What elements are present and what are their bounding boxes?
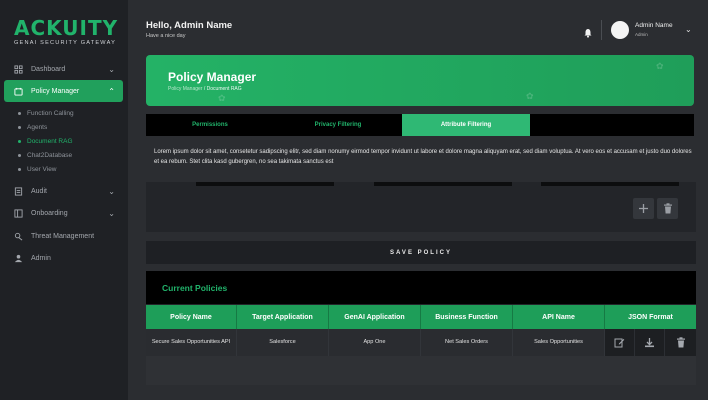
onboarding-icon [14,208,23,218]
brand-name: ACKUITY [14,16,119,40]
cell-business-function: Net Sales Orders [421,329,513,356]
policy-icon [14,87,23,96]
sidebar-item-admin[interactable]: Admin [4,247,123,269]
sidebar-item-label: Admin [31,254,51,262]
column-header: GenAI Application [329,305,421,329]
sidebar: ACKUITY GENAI SECURITY GATEWAY Dashboard… [0,0,128,400]
description-text: Lorem ipsum dolor sit amet, consetetur s… [154,149,692,165]
logo: ACKUITY GENAI SECURITY GATEWAY [14,18,118,46]
audit-icon [14,186,23,196]
sidebar-item-policy-manager[interactable]: Policy Manager ⌃ [4,80,123,102]
leaf-decoration-icon: ✿ [218,93,226,103]
add-filter-button[interactable] [633,198,654,219]
chevron-down-icon: ⌄ [108,64,115,74]
delete-policy-button[interactable] [665,329,696,356]
subnav-item-function-calling[interactable]: Function Calling [18,110,74,117]
filter-field[interactable] [541,182,679,186]
cell-policy-name: Secure Sales Opportunities API [146,329,237,356]
brand-tagline: GENAI SECURITY GATEWAY [14,40,117,46]
column-header: Business Function [421,305,513,329]
app-root: ACKUITY GENAI SECURITY GATEWAY Dashboard… [0,0,708,400]
chevron-down-icon: ⌄ [108,208,115,218]
tab-attribute-filtering[interactable]: Attribute Filtering [402,114,530,136]
page-banner: Policy Manager Policy Manager / Document… [146,55,694,106]
tab-bar: Permissions Privacy Filtering Attribute … [146,114,694,136]
threat-icon [14,232,23,241]
bullet-icon [18,140,21,143]
notification-bell-icon[interactable] [583,25,593,38]
table-header: Policy Name Target Application GenAI App… [146,305,696,329]
subnav-label: Agents [27,124,48,131]
download-policy-button[interactable] [635,329,665,356]
subnav-label: Chat2Database [27,152,73,159]
sidebar-item-label: Policy Manager [31,87,80,95]
subnav-label: User View [27,166,57,173]
greeting-subtitle: Have a nice day [146,33,186,39]
delete-filter-button[interactable] [657,198,678,219]
policies-header: Current Policies [146,271,696,304]
sidebar-item-onboarding[interactable]: Onboarding ⌄ [4,202,123,224]
greeting-title: Hello, Admin Name [146,20,233,31]
bullet-icon [18,154,21,157]
sidebar-item-audit[interactable]: Audit ⌄ [4,180,123,202]
attribute-filter-panel [146,182,696,232]
dashboard-icon [14,64,23,74]
cell-api-name: Sales Opportunities [513,329,605,356]
current-policies-panel: Current Policies Policy Name Target Appl… [146,271,696,385]
edit-policy-button[interactable] [605,329,635,356]
cell-genai-application: App One [329,329,421,356]
table-row-empty [146,356,696,385]
cell-target-application: Salesforce [237,329,329,356]
subnav-label: Function Calling [27,110,74,117]
chevron-down-icon: ⌄ [108,186,115,196]
subnav-item-chat2database[interactable]: Chat2Database [18,152,72,159]
sidebar-item-label: Audit [31,187,47,195]
sidebar-item-label: Threat Management [31,232,95,240]
user-role: Admin [635,32,648,37]
subnav-item-document-rag[interactable]: Document RAG [18,138,73,145]
policies-title: Current Policies [162,283,228,293]
tab-permissions[interactable]: Permissions [146,114,274,136]
filter-field[interactable] [196,182,334,186]
bullet-icon [18,168,21,171]
sidebar-item-threat-management[interactable]: Threat Management [4,225,123,247]
bullet-icon [18,126,21,129]
subnav-item-agents[interactable]: Agents [18,124,47,131]
header-divider [601,20,602,40]
admin-icon [14,254,23,263]
filter-field[interactable] [374,182,512,186]
breadcrumb-parent[interactable]: Policy Manager [168,86,202,92]
trash-icon [676,337,685,348]
user-name[interactable]: Admin Name [635,22,673,29]
column-header: API Name [513,305,605,329]
column-header: JSON Format [628,313,673,321]
tab-privacy-filtering[interactable]: Privacy Filtering [274,114,402,136]
subnav-label: Document RAG [27,138,73,145]
edit-icon [614,338,625,348]
sidebar-item-label: Dashboard [31,65,66,73]
avatar[interactable] [611,21,629,39]
sidebar-item-dashboard[interactable]: Dashboard ⌄ [4,58,123,80]
page-title: Policy Manager [168,70,257,84]
breadcrumb: Policy Manager / Document RAG [168,86,242,92]
plus-icon [639,204,648,213]
save-policy-button[interactable]: SAVE POLICY [146,241,696,264]
trash-icon [663,203,672,214]
leaf-decoration-icon: ✿ [656,61,664,71]
column-header: Target Application [237,305,329,329]
leaf-decoration-icon: ✿ [526,91,534,101]
chevron-up-icon: ⌃ [108,86,115,96]
subnav-item-user-view[interactable]: User View [18,166,57,173]
breadcrumb-current: Document RAG [206,86,242,92]
table-row: Secure Sales Opportunities API Salesforc… [146,329,696,356]
greeting: Hello, Admin Name Have a nice day [146,20,232,39]
download-icon [645,338,654,348]
sidebar-item-label: Onboarding [31,209,68,217]
bullet-icon [18,112,21,115]
user-menu-chevron-icon[interactable]: ⌄ [685,25,692,34]
column-header: Policy Name [146,305,237,329]
